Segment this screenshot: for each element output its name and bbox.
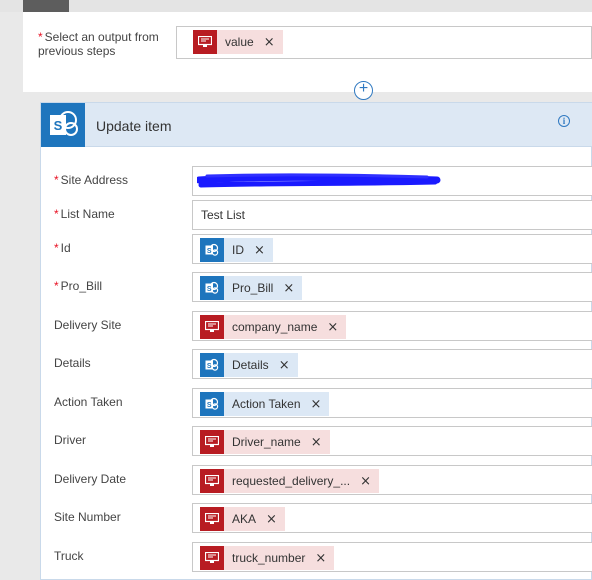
dynamic-content-icon [200, 546, 224, 570]
truck-label-text: Truck [54, 549, 84, 563]
remove-token-icon[interactable]: × [283, 281, 294, 296]
svg-text:S: S [207, 402, 212, 409]
details-field[interactable]: S Details × [192, 349, 592, 379]
id-label: * Id [54, 241, 71, 255]
truck-label: Truck [54, 549, 84, 563]
sharepoint-icon: S [200, 392, 224, 416]
svg-text:S: S [54, 118, 63, 133]
action-title: Update item [96, 118, 172, 134]
value-token-label: value [225, 35, 254, 49]
info-icon[interactable]: i [558, 115, 570, 127]
pro-bill-token[interactable]: S Pro_Bill × [200, 276, 303, 300]
remove-token-icon[interactable]: × [264, 35, 275, 50]
requested-delivery-token-label: requested_delivery_... [232, 474, 351, 488]
top-tab[interactable] [23, 0, 69, 12]
top-bar [0, 0, 592, 12]
required-marker: * [54, 241, 59, 255]
remove-token-icon[interactable]: × [327, 320, 338, 335]
action-taken-token[interactable]: S Action Taken × [200, 392, 330, 416]
site-address-field[interactable] [192, 166, 592, 196]
pro-bill-token-label: Pro_Bill [232, 281, 274, 295]
redaction-scribble [197, 173, 441, 188]
pro-bill-label-text: Pro_Bill [60, 279, 103, 293]
aka-token-label: AKA [232, 512, 257, 526]
id-label-text: Id [60, 241, 71, 255]
svg-text:S: S [207, 248, 212, 255]
add-step-button[interactable]: + [354, 81, 373, 100]
delivery-date-label-text: Delivery Date [54, 472, 127, 486]
select-output-label: * Select an output from previous steps [38, 30, 159, 58]
remove-token-icon[interactable]: × [311, 435, 322, 450]
truck-number-token[interactable]: truck_number × [200, 546, 335, 570]
id-token[interactable]: S ID × [200, 238, 273, 262]
id-field[interactable]: S ID × [192, 234, 592, 264]
remove-token-icon[interactable]: × [254, 243, 265, 258]
site-number-label: Site Number [54, 510, 121, 524]
site-address-label-text: Site Address [60, 173, 129, 187]
aka-token[interactable]: AKA × [200, 507, 285, 531]
site-number-field[interactable]: AKA × [192, 503, 592, 533]
action-taken-label-text: Action Taken [54, 395, 123, 409]
previous-step-card: * Select an output from previous steps va… [23, 12, 592, 100]
details-token-label: Details [232, 358, 269, 372]
driver-name-token[interactable]: Driver_name × [200, 430, 330, 454]
driver-label-text: Driver [54, 433, 86, 447]
action-taken-field[interactable]: S Action Taken × [192, 388, 592, 418]
sharepoint-icon: S [200, 238, 224, 262]
required-marker: * [54, 173, 59, 187]
dynamic-content-icon [200, 315, 224, 339]
value-token[interactable]: value × [193, 30, 283, 54]
pro-bill-label: * Pro_Bill [54, 279, 102, 293]
list-name-field[interactable]: Test List [192, 200, 592, 230]
delivery-site-label: Delivery Site [54, 318, 121, 332]
remove-token-icon[interactable]: × [279, 358, 290, 373]
action-header[interactable]: S Update item i [41, 103, 592, 147]
action-taken-label: Action Taken [54, 395, 123, 409]
truck-field[interactable]: truck_number × [192, 542, 592, 572]
company-name-token-label: company_name [232, 320, 318, 334]
sharepoint-logo-icon: S [41, 103, 85, 147]
details-label-text: Details [54, 356, 91, 370]
remove-token-icon[interactable]: × [266, 512, 277, 527]
svg-text:S: S [207, 363, 212, 370]
delivery-site-label-text: Delivery Site [54, 318, 122, 332]
requested-delivery-token[interactable]: requested_delivery_... × [200, 469, 379, 493]
delivery-site-field[interactable]: company_name × [192, 311, 592, 341]
delivery-date-label: Delivery Date [54, 472, 126, 486]
dynamic-content-icon [200, 430, 224, 454]
dynamic-content-icon [193, 30, 217, 54]
action-taken-token-label: Action Taken [232, 397, 301, 411]
dynamic-content-icon [200, 469, 224, 493]
site-number-label-text: Site Number [54, 510, 121, 524]
details-label: Details [54, 356, 91, 370]
dynamic-content-icon [200, 507, 224, 531]
sharepoint-icon: S [200, 276, 224, 300]
driver-label: Driver [54, 433, 86, 447]
delivery-date-field[interactable]: requested_delivery_... × [192, 465, 592, 495]
sharepoint-icon: S [200, 353, 224, 377]
company-name-token[interactable]: company_name × [200, 315, 347, 339]
details-token[interactable]: S Details × [200, 353, 298, 377]
remove-token-icon[interactable]: × [315, 551, 326, 566]
remove-token-icon[interactable]: × [311, 397, 322, 412]
list-name-label-text: List Name [60, 207, 115, 221]
pro-bill-field[interactable]: S Pro_Bill × [192, 272, 592, 302]
select-output-field[interactable]: value × [176, 26, 592, 59]
remove-token-icon[interactable]: × [360, 474, 371, 489]
update-item-card: S Update item i * Site Address * List Name T… [40, 102, 592, 580]
required-marker: * [54, 207, 59, 221]
required-marker: * [54, 279, 59, 293]
svg-text:S: S [207, 286, 212, 293]
list-name-label: * List Name [54, 207, 115, 221]
truck-number-token-label: truck_number [232, 551, 306, 565]
driver-name-token-label: Driver_name [232, 435, 301, 449]
id-token-label: ID [232, 243, 244, 257]
site-address-label: * Site Address [54, 173, 128, 187]
list-name-value: Test List [201, 208, 246, 222]
driver-field[interactable]: Driver_name × [192, 426, 592, 456]
